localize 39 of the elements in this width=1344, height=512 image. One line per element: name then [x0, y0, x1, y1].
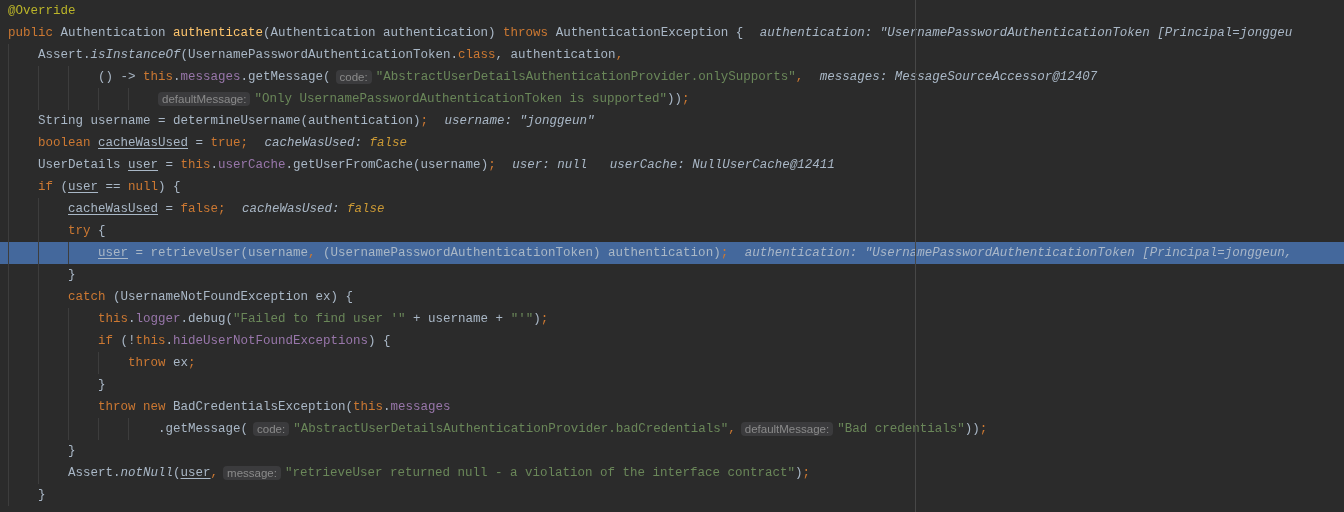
parameter-hint: defaultMessage: [158, 92, 251, 106]
code-text: "Only UsernamePasswordAuthenticationToken is supported")); [254, 91, 690, 108]
code-text: if (!this.hideUserNotFoundExceptions) { [98, 333, 391, 350]
inline-debug-value: cacheWasUsed: false [242, 202, 385, 216]
code-text: if (user == null) { [38, 179, 181, 196]
code-text: @Override [8, 3, 76, 20]
code-text: public Authentication authenticate(Authentication authentication) throws AuthenticationException { [8, 25, 744, 42]
code-text: Assert.isInstanceOf(UsernamePasswordAuthenticationToken.class, authentication, [38, 47, 624, 64]
code-text: } [38, 487, 46, 504]
code-text: .getMessage( [158, 421, 248, 438]
inline-debug-value: user: null [512, 158, 588, 172]
code-text: } [68, 443, 76, 460]
inline-debug-value: userCache: NullUserCache@12411 [609, 158, 835, 172]
code-text: boolean cacheWasUsed = true; [38, 135, 249, 152]
code-text: String username = determineUsername(authentication); [38, 113, 429, 130]
inline-debug-value: username: "jonggeun" [444, 114, 595, 128]
inline-debug-value: messages: MessageSourceAccessor@12407 [819, 70, 1098, 84]
code-text: catch (UsernameNotFoundException ex) { [68, 289, 354, 306]
parameter-hint: code: [253, 422, 290, 436]
code-text: UserDetails user = this.userCache.getUserFromCache(username); [38, 157, 496, 174]
code-text: } [68, 267, 76, 284]
code-text: throw new BadCredentialsException(this.messages [98, 399, 451, 416]
inline-debug-value: cacheWasUsed: false [264, 136, 408, 150]
parameter-hint: message: [223, 466, 281, 480]
code-text: throw ex; [128, 355, 196, 372]
code-text: "retrieveUser returned null - a violation of the interface contract"); [284, 465, 811, 482]
code-text: this.logger.debug("Failed to find user '" + username + "'"); [98, 311, 549, 328]
code-text: user = retrieveUser(username, (UsernamePasswordAuthenticationToken) authentication); [98, 245, 729, 262]
code-text: () -> this.messages.getMessage( [98, 69, 331, 86]
code-text: "AbstractUserDetailsAuthenticationProvider.badCredentials", [293, 421, 736, 438]
code-text: "Bad credentials")); [837, 421, 988, 438]
parameter-hint: code: [335, 70, 372, 84]
code-text: } [98, 377, 106, 394]
code-text: Assert.notNull(user, [68, 465, 219, 482]
parameter-hint: defaultMessage: [740, 422, 834, 436]
code-text: cacheWasUsed = false; [68, 201, 226, 218]
inline-debug-value: authentication: "UsernamePasswordAuthenticationToken [Principal=jonggeu [759, 26, 1293, 40]
code-text: "AbstractUserDetailsAuthenticationProvider.onlySupports", [375, 69, 804, 86]
code-text: try { [68, 223, 106, 240]
